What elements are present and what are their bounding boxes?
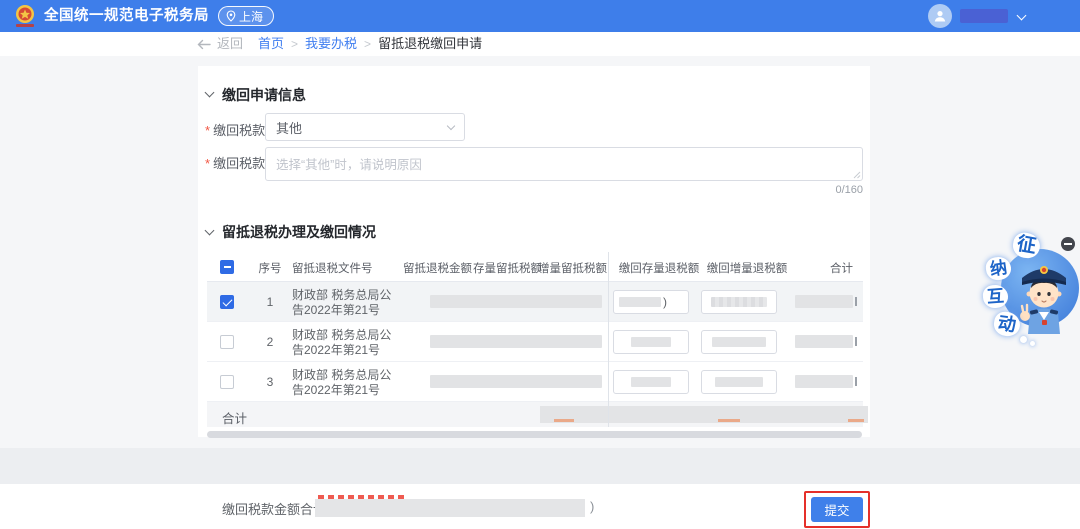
row-checkbox[interactable]	[220, 295, 234, 309]
table-row: 3 财政部 税务总局公告2022年第21号	[207, 362, 863, 402]
separator-band	[0, 448, 1080, 484]
col-header-return-incremental: 缴回增量退税额	[703, 260, 791, 276]
required-mark: *	[205, 156, 210, 171]
location-selector[interactable]: 上海	[218, 6, 274, 26]
col-header-incremental-credit: 增量留抵税额	[538, 260, 602, 276]
redacted-total-values	[540, 406, 868, 423]
col-header-return-stock: 缴回存量退税额	[615, 260, 703, 276]
redacted-value	[619, 297, 661, 307]
return-stock-input[interactable]: )	[613, 290, 689, 314]
footer-bar: 缴回税款金额合计 ) 提交	[0, 484, 1080, 529]
tax-emblem-icon	[12, 3, 38, 29]
back-button[interactable]: 返回	[197, 32, 243, 56]
app-title: 全国统一规范电子税务局	[44, 0, 209, 32]
redacted-value	[631, 337, 671, 347]
detail-textarea[interactable]	[265, 147, 863, 181]
bubble-dot	[1030, 341, 1035, 346]
clipped-digit	[855, 337, 857, 346]
col-header-seq: 序号	[245, 260, 295, 276]
row-checkbox[interactable]	[220, 335, 234, 349]
redacted-value	[711, 297, 767, 307]
total-row-label: 合计	[222, 408, 247, 427]
interaction-assistant-widget[interactable]: 征 纳 互 动	[968, 228, 1080, 346]
col-header-doc-no: 留抵退税文件号	[292, 260, 373, 276]
section-title-return-application: 缴回申请信息	[222, 85, 306, 105]
person-icon	[933, 9, 947, 23]
redacted-value	[430, 335, 602, 348]
clipped-orange-digits	[554, 419, 574, 422]
breadcrumb-current: 留抵退税缴回申请	[378, 36, 482, 51]
redacted-value	[715, 377, 763, 387]
resize-handle-icon[interactable]	[852, 170, 861, 179]
col-header-total: 合计	[803, 260, 853, 276]
row-doc-no: 财政部 税务总局公告2022年第21号	[292, 288, 392, 318]
reason-select[interactable]: 其他	[265, 113, 465, 141]
submit-button[interactable]: 提交	[811, 497, 863, 522]
table-header-row: 序号 留抵退税文件号 留抵退税金额 存量留抵税额 增量留抵税额 缴回存量退税额 …	[207, 252, 863, 282]
reason-select-value: 其他	[276, 118, 302, 137]
row-doc-no: 财政部 税务总局公告2022年第21号	[292, 368, 392, 398]
return-stock-input[interactable]	[613, 370, 689, 394]
breadcrumb-bar: 返回 首页>我要办税>留抵退税缴回申请	[0, 32, 1080, 56]
user-avatar[interactable]	[928, 4, 952, 28]
closing-paren: )	[590, 499, 594, 514]
chevron-down-icon[interactable]	[1017, 11, 1027, 21]
tax-bureau-page: 全国统一规范电子税务局 上海 返回 首页>我要办税>留抵退税缴回申请	[0, 0, 1080, 529]
breadcrumb-separator: >	[284, 37, 305, 51]
table-row: 1 财政部 税务总局公告2022年第21号 )	[207, 282, 863, 322]
return-incremental-input[interactable]	[701, 370, 777, 394]
location-pin-icon	[226, 10, 236, 22]
breadcrumb-separator: >	[357, 37, 378, 51]
row-seq: 3	[245, 375, 295, 389]
back-arrow-icon	[197, 39, 211, 50]
row-doc-no: 财政部 税务总局公告2022年第21号	[292, 328, 392, 358]
redacted-value	[430, 295, 602, 308]
input-suffix: )	[663, 295, 667, 309]
breadcrumb-home[interactable]: 首页	[258, 36, 284, 51]
return-incremental-input[interactable]	[701, 290, 777, 314]
table-total-row: 合计	[207, 402, 863, 427]
section-title-refund-status: 留抵退税办理及缴回情况	[222, 222, 376, 242]
footer-total-label: 缴回税款金额合计	[222, 499, 326, 518]
redacted-value	[631, 377, 671, 387]
char-counter: 0/160	[763, 184, 863, 196]
col-header-refund-amount: 留抵退税金额	[400, 260, 472, 276]
return-stock-input[interactable]	[613, 330, 689, 354]
row-seq: 1	[245, 295, 295, 309]
fixed-column-divider	[608, 252, 609, 427]
back-label: 返回	[217, 32, 243, 56]
clipped-orange-digits	[848, 419, 864, 422]
bubble-dot	[1020, 336, 1027, 343]
table-row: 2 财政部 税务总局公告2022年第21号	[207, 322, 863, 362]
col-header-stock-credit: 存量留抵税额	[473, 260, 537, 276]
horizontal-scrollbar[interactable]	[207, 431, 862, 438]
clipped-digit	[855, 377, 857, 386]
return-incremental-input[interactable]	[701, 330, 777, 354]
breadcrumb-tax-services[interactable]: 我要办税	[305, 36, 357, 51]
redacted-total-amount	[315, 499, 585, 517]
tax-officer-mascot	[1014, 256, 1074, 336]
minimize-button[interactable]	[1061, 237, 1075, 251]
app-header: 全国统一规范电子税务局 上海	[0, 0, 1080, 32]
redacted-value	[795, 335, 853, 348]
row-seq: 2	[245, 335, 295, 349]
row-checkbox[interactable]	[220, 375, 234, 389]
redacted-value	[430, 375, 602, 388]
chevron-down-icon	[447, 122, 455, 130]
user-name-redacted[interactable]	[960, 9, 1008, 23]
detail-textarea-wrap	[265, 147, 863, 181]
redacted-value	[712, 337, 766, 347]
redacted-value	[795, 295, 853, 308]
clipped-digit	[855, 297, 857, 306]
breadcrumb: 首页>我要办税>留抵退税缴回申请	[258, 32, 482, 56]
required-mark: *	[205, 123, 210, 138]
clipped-orange-digits	[718, 419, 740, 422]
location-label: 上海	[239, 8, 263, 25]
select-all-checkbox[interactable]	[220, 260, 234, 274]
redacted-value	[795, 375, 853, 388]
refund-table: 序号 留抵退税文件号 留抵退税金额 存量留抵税额 增量留抵税额 缴回存量退税额 …	[207, 252, 863, 427]
